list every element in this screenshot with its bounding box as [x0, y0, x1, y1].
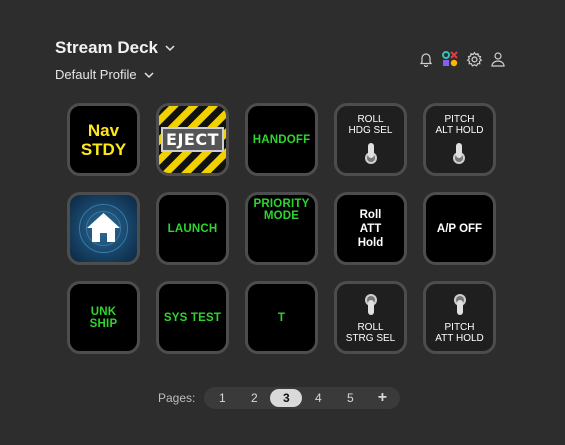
page-button-5[interactable]: 5 — [334, 389, 366, 407]
key-eject[interactable]: EJECT — [156, 103, 229, 176]
key-roll-hdg-sel[interactable]: ROLL HDG SEL — [334, 103, 407, 176]
add-page-button[interactable]: + — [366, 389, 398, 407]
key-label: PITCH ALT HOLD — [435, 113, 484, 136]
toggle-switch-icon — [364, 142, 377, 164]
profile-name: Default Profile — [55, 67, 137, 82]
pager-track: 1 2 3 4 5 + — [204, 387, 401, 409]
key-label: T — [277, 311, 286, 324]
gear-icon[interactable] — [464, 49, 484, 69]
marketplace-icon[interactable] — [440, 49, 460, 69]
key-nav-stdy[interactable]: Nav STDY — [67, 103, 140, 176]
pager-label: Pages: — [158, 391, 196, 405]
page-button-2[interactable]: 2 — [238, 389, 270, 407]
key-home[interactable] — [67, 192, 140, 265]
toggle-switch-icon — [453, 142, 466, 164]
profile-selector[interactable]: Default Profile — [55, 67, 176, 82]
key-label: PITCH ATT HOLD — [435, 321, 484, 344]
key-t[interactable]: T — [245, 281, 318, 354]
key-label: SYS TEST — [163, 311, 222, 324]
key-ap-off[interactable]: A/P OFF — [423, 192, 496, 265]
home-icon — [79, 204, 128, 253]
key-label: UNK SHIP — [89, 305, 118, 330]
device-selector[interactable]: Stream Deck — [55, 38, 176, 58]
key-label: PRIORITY MODE — [253, 198, 310, 222]
key-grid: Nav STDY EJECT HANDOFF ROLL HDG SEL PITC… — [67, 103, 496, 354]
user-icon[interactable] — [488, 49, 508, 69]
top-toolbar — [416, 49, 508, 69]
key-roll-att-hold[interactable]: Roll ATT Hold — [334, 192, 407, 265]
key-label: ROLL STRG SEL — [345, 321, 396, 344]
key-launch[interactable]: LAUNCH — [156, 192, 229, 265]
page-button-3[interactable]: 3 — [270, 389, 303, 407]
key-label: LAUNCH — [167, 222, 218, 235]
key-pitch-alt-hold[interactable]: PITCH ALT HOLD — [423, 103, 496, 176]
chevron-down-icon — [144, 71, 154, 78]
device-title: Stream Deck — [55, 38, 159, 57]
key-label: HANDOFF — [252, 133, 311, 146]
bell-icon[interactable] — [416, 49, 436, 69]
toggle-switch-icon — [453, 293, 466, 315]
key-roll-strg-sel[interactable]: ROLL STRG SEL — [334, 281, 407, 354]
chevron-down-icon — [165, 45, 175, 52]
key-label: Nav STDY — [80, 120, 127, 159]
key-label: EJECT — [161, 127, 224, 152]
key-priority-mode[interactable]: PRIORITY MODE — [245, 192, 318, 265]
toggle-switch-icon — [364, 293, 377, 315]
page-button-4[interactable]: 4 — [302, 389, 334, 407]
key-handoff[interactable]: HANDOFF — [245, 103, 318, 176]
key-label: ROLL HDG SEL — [348, 113, 393, 136]
key-label: Roll ATT Hold — [357, 208, 384, 249]
page-switcher: Pages: 1 2 3 4 5 + — [158, 387, 401, 409]
key-pitch-att-hold[interactable]: PITCH ATT HOLD — [423, 281, 496, 354]
key-unk-ship[interactable]: UNK SHIP — [67, 281, 140, 354]
page-button-1[interactable]: 1 — [206, 389, 238, 407]
key-sys-test[interactable]: SYS TEST — [156, 281, 229, 354]
key-label: A/P OFF — [436, 222, 483, 235]
profile-header: Stream Deck Default Profile — [55, 38, 176, 82]
